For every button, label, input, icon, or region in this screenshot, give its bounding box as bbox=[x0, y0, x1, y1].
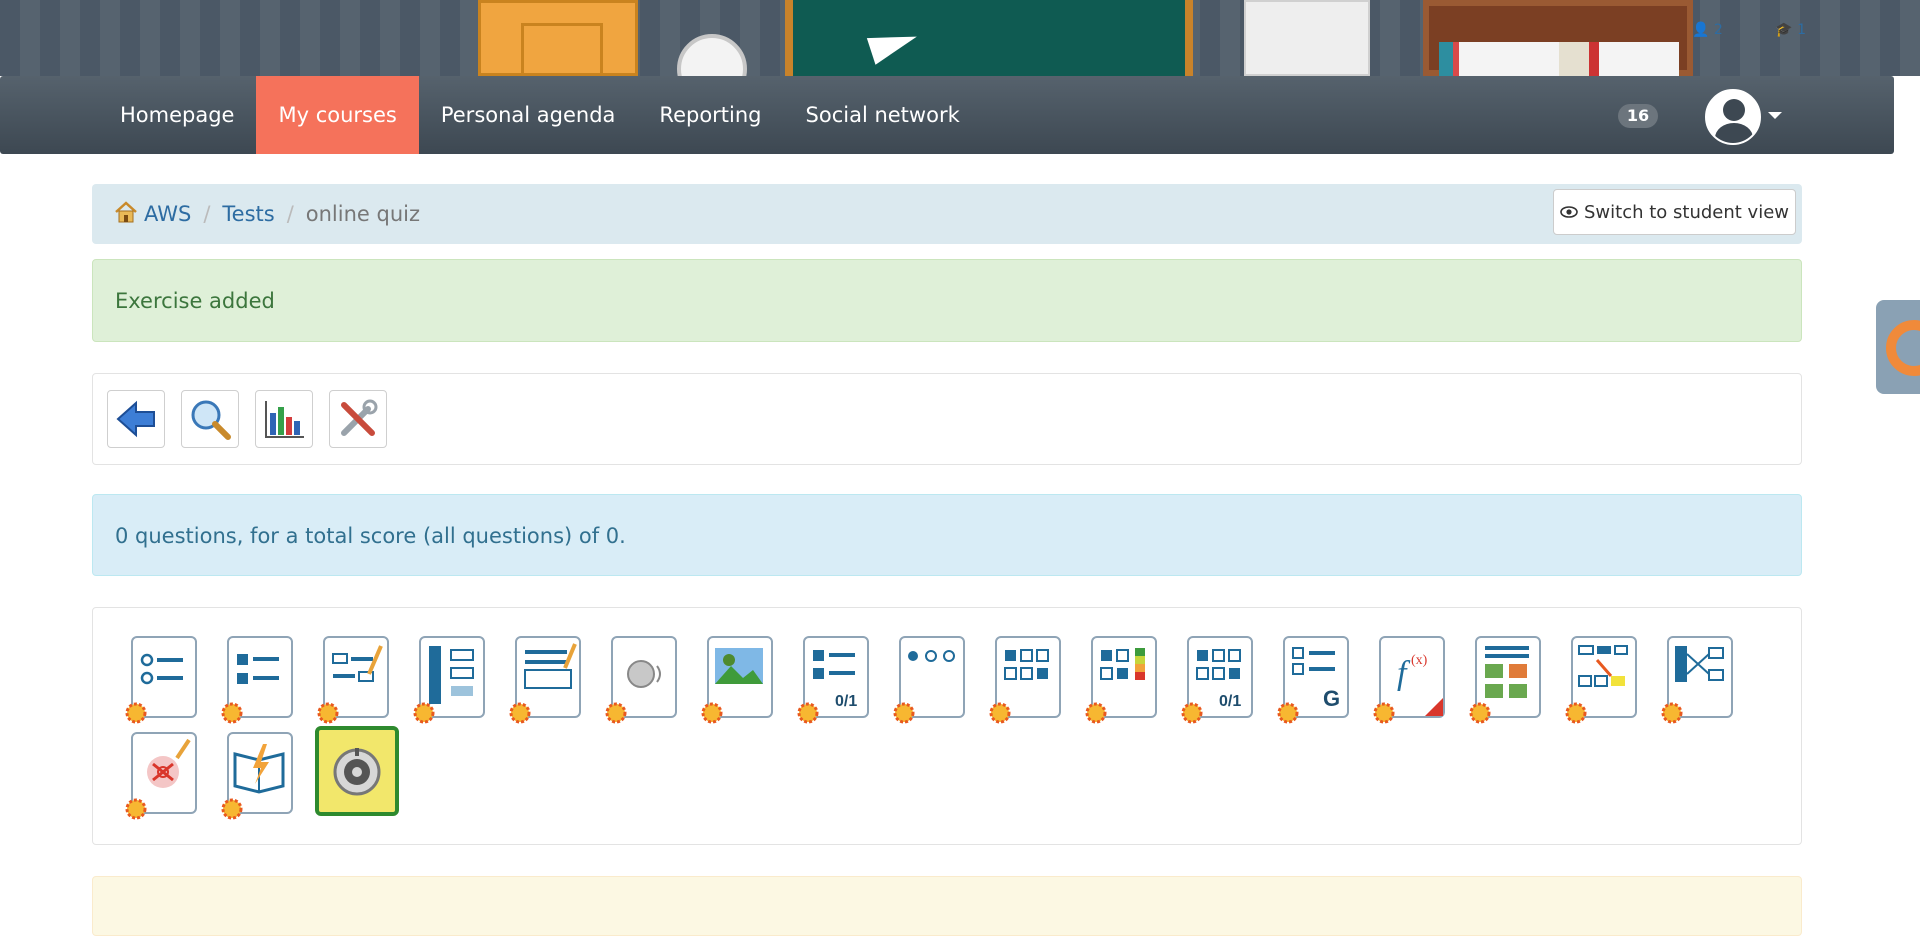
drag-and-drop-button[interactable] bbox=[1565, 636, 1637, 724]
global-multiple-answer-button[interactable]: 0/1 bbox=[1181, 636, 1253, 724]
nav-homepage[interactable]: Homepage bbox=[98, 76, 256, 154]
nav-personal-agenda[interactable]: Personal agenda bbox=[419, 76, 638, 154]
new-question-star-icon bbox=[1661, 702, 1683, 724]
new-question-star-icon bbox=[1373, 702, 1395, 724]
oral-expression-button[interactable] bbox=[605, 636, 677, 724]
switch-student-view-label: Switch to student view bbox=[1583, 201, 1789, 223]
svg-text:0/1: 0/1 bbox=[1219, 693, 1241, 710]
new-question-star-icon bbox=[1469, 702, 1491, 724]
lifebuoy-icon bbox=[1886, 320, 1920, 376]
recycle-existing-questions-icon bbox=[333, 748, 381, 796]
question-types-panel: 0/1 0/1 G f (x) bbox=[92, 607, 1802, 845]
banner-door-illustration bbox=[478, 0, 638, 76]
global-score-button[interactable]: G bbox=[1277, 636, 1349, 724]
nav-social-network[interactable]: Social network bbox=[784, 76, 982, 154]
questions-summary: 0 questions, for a total score (all ques… bbox=[115, 524, 626, 548]
banner-notice-illustration bbox=[1244, 0, 1370, 76]
nav-reporting[interactable]: Reporting bbox=[637, 76, 783, 154]
banner-clock-illustration bbox=[677, 34, 747, 76]
new-question-star-icon bbox=[701, 702, 723, 724]
settings-icon bbox=[341, 399, 378, 436]
eye-icon bbox=[1560, 202, 1578, 223]
new-question-star-icon bbox=[125, 702, 147, 724]
warning-alert bbox=[92, 876, 1802, 936]
matching-button[interactable] bbox=[413, 636, 485, 724]
unique-answer-button[interactable] bbox=[125, 636, 197, 724]
recycle-existing-questions-button[interactable] bbox=[315, 726, 399, 816]
multiple-answer-true-false-button[interactable] bbox=[989, 636, 1061, 724]
unique-answer-no-option-button[interactable] bbox=[893, 636, 965, 724]
switch-student-view-button[interactable]: Switch to student view bbox=[1553, 189, 1796, 235]
svg-text:f: f bbox=[1397, 655, 1411, 692]
settings-button[interactable] bbox=[329, 390, 387, 448]
open-question-button[interactable] bbox=[509, 636, 581, 724]
back-icon bbox=[116, 400, 155, 438]
online-users-link[interactable]: 👤 2 bbox=[1692, 22, 1747, 38]
header-banner: 👤 2 🎓 1 bbox=[0, 0, 1920, 76]
success-message: Exercise added bbox=[115, 289, 275, 313]
new-question-star-icon bbox=[1277, 702, 1299, 724]
new-question-star-icon bbox=[1181, 702, 1203, 724]
info-alert: 0 questions, for a total score (all ques… bbox=[92, 494, 1802, 576]
svg-text:0/1: 0/1 bbox=[835, 693, 857, 710]
breadcrumb: AWS / Tests / online quiz Switch to stud… bbox=[92, 184, 1802, 244]
help-tab[interactable] bbox=[1876, 300, 1920, 394]
online-courses-link[interactable]: 🎓 1 bbox=[1775, 22, 1830, 38]
calculated-answer-button[interactable]: f (x) bbox=[1373, 636, 1445, 724]
preview-icon bbox=[191, 400, 231, 440]
user-menu-caret-icon[interactable] bbox=[1768, 112, 1782, 119]
preview-button[interactable] bbox=[181, 390, 239, 448]
image-zones-button[interactable] bbox=[1469, 636, 1541, 724]
banner-bookshelf-illustration bbox=[1423, 0, 1693, 76]
exercise-toolbar bbox=[92, 373, 1802, 465]
top-status: 👤 2 🎓 1 bbox=[1692, 22, 1854, 38]
banner-chalkboard-illustration bbox=[785, 0, 1193, 76]
svg-text:G: G bbox=[1323, 686, 1340, 711]
new-question-star-icon bbox=[125, 798, 147, 820]
success-alert: Exercise added bbox=[92, 259, 1802, 342]
fill-blanks-button[interactable] bbox=[317, 636, 389, 724]
back-button[interactable] bbox=[107, 390, 165, 448]
annotation-button[interactable] bbox=[125, 732, 197, 820]
svg-text:(x): (x) bbox=[1411, 653, 1428, 668]
breadcrumb-tests[interactable]: Tests bbox=[222, 202, 274, 226]
new-question-star-icon bbox=[221, 702, 243, 724]
new-question-star-icon bbox=[1565, 702, 1587, 724]
results-button[interactable] bbox=[255, 390, 313, 448]
breadcrumb-current: online quiz bbox=[305, 202, 420, 226]
new-question-star-icon bbox=[1085, 702, 1107, 724]
reading-comprehension-button[interactable] bbox=[221, 732, 293, 820]
results-icon bbox=[265, 401, 304, 438]
notifications-badge[interactable]: 16 bbox=[1618, 104, 1658, 128]
new-question-star-icon bbox=[317, 702, 339, 724]
main-nav: Homepage My courses Personal agenda Repo… bbox=[98, 76, 982, 154]
new-question-star-icon bbox=[989, 702, 1011, 724]
new-question-star-icon bbox=[797, 702, 819, 724]
home-icon[interactable] bbox=[114, 201, 138, 223]
main-navbar: Homepage My courses Personal agenda Repo… bbox=[0, 76, 1894, 154]
nav-my-courses[interactable]: My courses bbox=[256, 76, 419, 154]
user-avatar[interactable] bbox=[1705, 89, 1761, 145]
matching-draggable-button[interactable] bbox=[1661, 636, 1733, 724]
multiple-answer-combination-tf-button[interactable] bbox=[1085, 636, 1157, 724]
hotspot-button[interactable] bbox=[701, 636, 773, 724]
new-question-star-icon bbox=[221, 798, 243, 820]
new-question-star-icon bbox=[605, 702, 627, 724]
exact-selection-button[interactable]: 0/1 bbox=[797, 636, 869, 724]
new-question-star-icon bbox=[413, 702, 435, 724]
new-question-star-icon bbox=[893, 702, 915, 724]
multiple-answer-button[interactable] bbox=[221, 636, 293, 724]
new-question-star-icon bbox=[509, 702, 531, 724]
breadcrumb-course[interactable]: AWS bbox=[144, 202, 191, 226]
